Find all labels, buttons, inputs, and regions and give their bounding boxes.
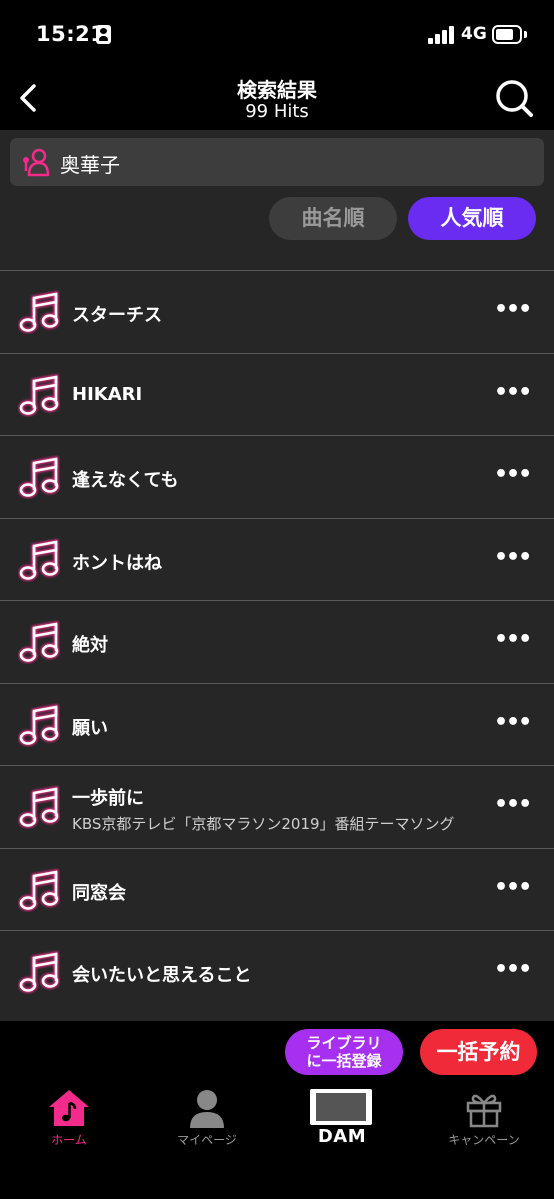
music-note-icon <box>18 785 60 829</box>
search-icon <box>496 80 533 117</box>
add-to-library-button[interactable]: ライブラリ に一括登録 <box>285 1029 403 1075</box>
artist-filter[interactable]: 奥華子 <box>10 138 544 186</box>
song-title: HIKARI <box>72 383 143 405</box>
status-bar: 15:21 4G <box>0 0 554 68</box>
tab-bar: ホーム マイページ DAM キャンペーン <box>0 1085 554 1199</box>
tab-campaign-label: キャンペーン <box>448 1133 520 1147</box>
song-title: スターチス <box>72 305 162 326</box>
music-note-icon <box>18 373 60 417</box>
tab-mypage-label: マイページ <box>177 1133 237 1147</box>
song-title: 願い <box>72 717 108 739</box>
battery-icon <box>492 25 522 44</box>
nav-header: 検索結果 99 Hits <box>0 68 554 130</box>
tab-mypage[interactable]: マイページ <box>138 1085 276 1155</box>
bulk-action-bar: ライブラリ に一括登録 一括予約 <box>0 1021 554 1085</box>
song-row[interactable]: 同窓会 ••• <box>0 847 554 931</box>
song-title: ホントはね <box>72 552 162 574</box>
music-note-icon <box>18 868 60 912</box>
hit-count: 99 Hits <box>245 101 309 122</box>
search-results: 奥華子 曲名順 人気順 スターチス ••• HIKARI ••• 逢えなくても ••• ホン… <box>0 130 554 1021</box>
music-note-icon <box>18 538 60 582</box>
person-icon <box>190 1090 224 1128</box>
home-icon <box>49 1090 89 1126</box>
song-title: 同窓会 <box>72 882 126 904</box>
song-row[interactable]: 逢えなくても ••• <box>0 435 554 518</box>
music-note-icon <box>18 950 60 994</box>
song-row[interactable]: 一歩前に KBS京都テレビ「京都マラソン2019」番組テーマソング ••• <box>0 765 554 848</box>
bulk-reserve-button[interactable]: 一括予約 <box>420 1029 537 1075</box>
music-note-icon <box>18 703 60 747</box>
more-options-icon[interactable]: ••• <box>494 792 532 822</box>
song-row[interactable]: 願い ••• <box>0 682 554 766</box>
library-button-line1: ライブラリ <box>306 1034 382 1052</box>
music-note-icon <box>18 290 60 334</box>
tab-dam-label: DAM <box>317 1126 367 1147</box>
song-row[interactable]: スターチス ••• <box>0 270 554 353</box>
song-row[interactable]: ホントはね ••• <box>0 517 554 601</box>
tab-dam[interactable]: DAM <box>277 1085 415 1155</box>
more-options-icon[interactable]: ••• <box>494 710 532 740</box>
song-list: スターチス ••• HIKARI ••• 逢えなくても ••• ホントはね ••• 絶対 ••• 願… <box>0 270 554 1013</box>
music-note-icon <box>18 620 60 664</box>
battery-tip <box>524 31 527 38</box>
sort-by-popularity-button[interactable]: 人気順 <box>408 197 536 240</box>
music-note-icon <box>18 455 60 499</box>
song-row[interactable]: 会いたいと思えること ••• <box>0 930 554 1013</box>
tab-home[interactable]: ホーム <box>0 1085 138 1155</box>
status-time: 15:21 <box>36 22 106 46</box>
more-options-icon[interactable]: ••• <box>494 627 532 657</box>
contact-card-icon <box>96 25 111 44</box>
song-subtitle: KBS京都テレビ「京都マラソン2019」番組テーマソング <box>72 815 455 833</box>
library-button-line2: に一括登録 <box>306 1052 382 1070</box>
more-options-icon[interactable]: ••• <box>494 875 532 905</box>
artist-name: 奥華子 <box>60 153 120 177</box>
song-title: 逢えなくても <box>72 470 179 491</box>
more-options-icon[interactable]: ••• <box>494 462 532 492</box>
network-type: 4G <box>461 24 487 44</box>
gift-icon <box>466 1094 502 1128</box>
signal-icon <box>428 26 455 44</box>
more-options-icon[interactable]: ••• <box>494 545 532 575</box>
song-title: 会いたいと思えること <box>72 965 252 986</box>
song-row[interactable]: 絶対 ••• <box>0 600 554 683</box>
song-title: 一歩前に <box>72 788 144 809</box>
more-options-icon[interactable]: ••• <box>494 297 532 327</box>
dam-screen-icon <box>310 1089 372 1125</box>
singer-icon <box>23 148 50 177</box>
tab-home-label: ホーム <box>51 1133 87 1147</box>
song-row[interactable]: HIKARI ••• <box>0 352 554 436</box>
more-options-icon[interactable]: ••• <box>494 380 532 410</box>
sort-by-title-button[interactable]: 曲名順 <box>269 197 397 240</box>
song-title: 絶対 <box>72 635 108 656</box>
tab-campaign[interactable]: キャンペーン <box>415 1085 553 1155</box>
page-title: 検索結果 <box>237 78 317 102</box>
search-button[interactable] <box>492 76 536 120</box>
more-options-icon[interactable]: ••• <box>494 957 532 987</box>
